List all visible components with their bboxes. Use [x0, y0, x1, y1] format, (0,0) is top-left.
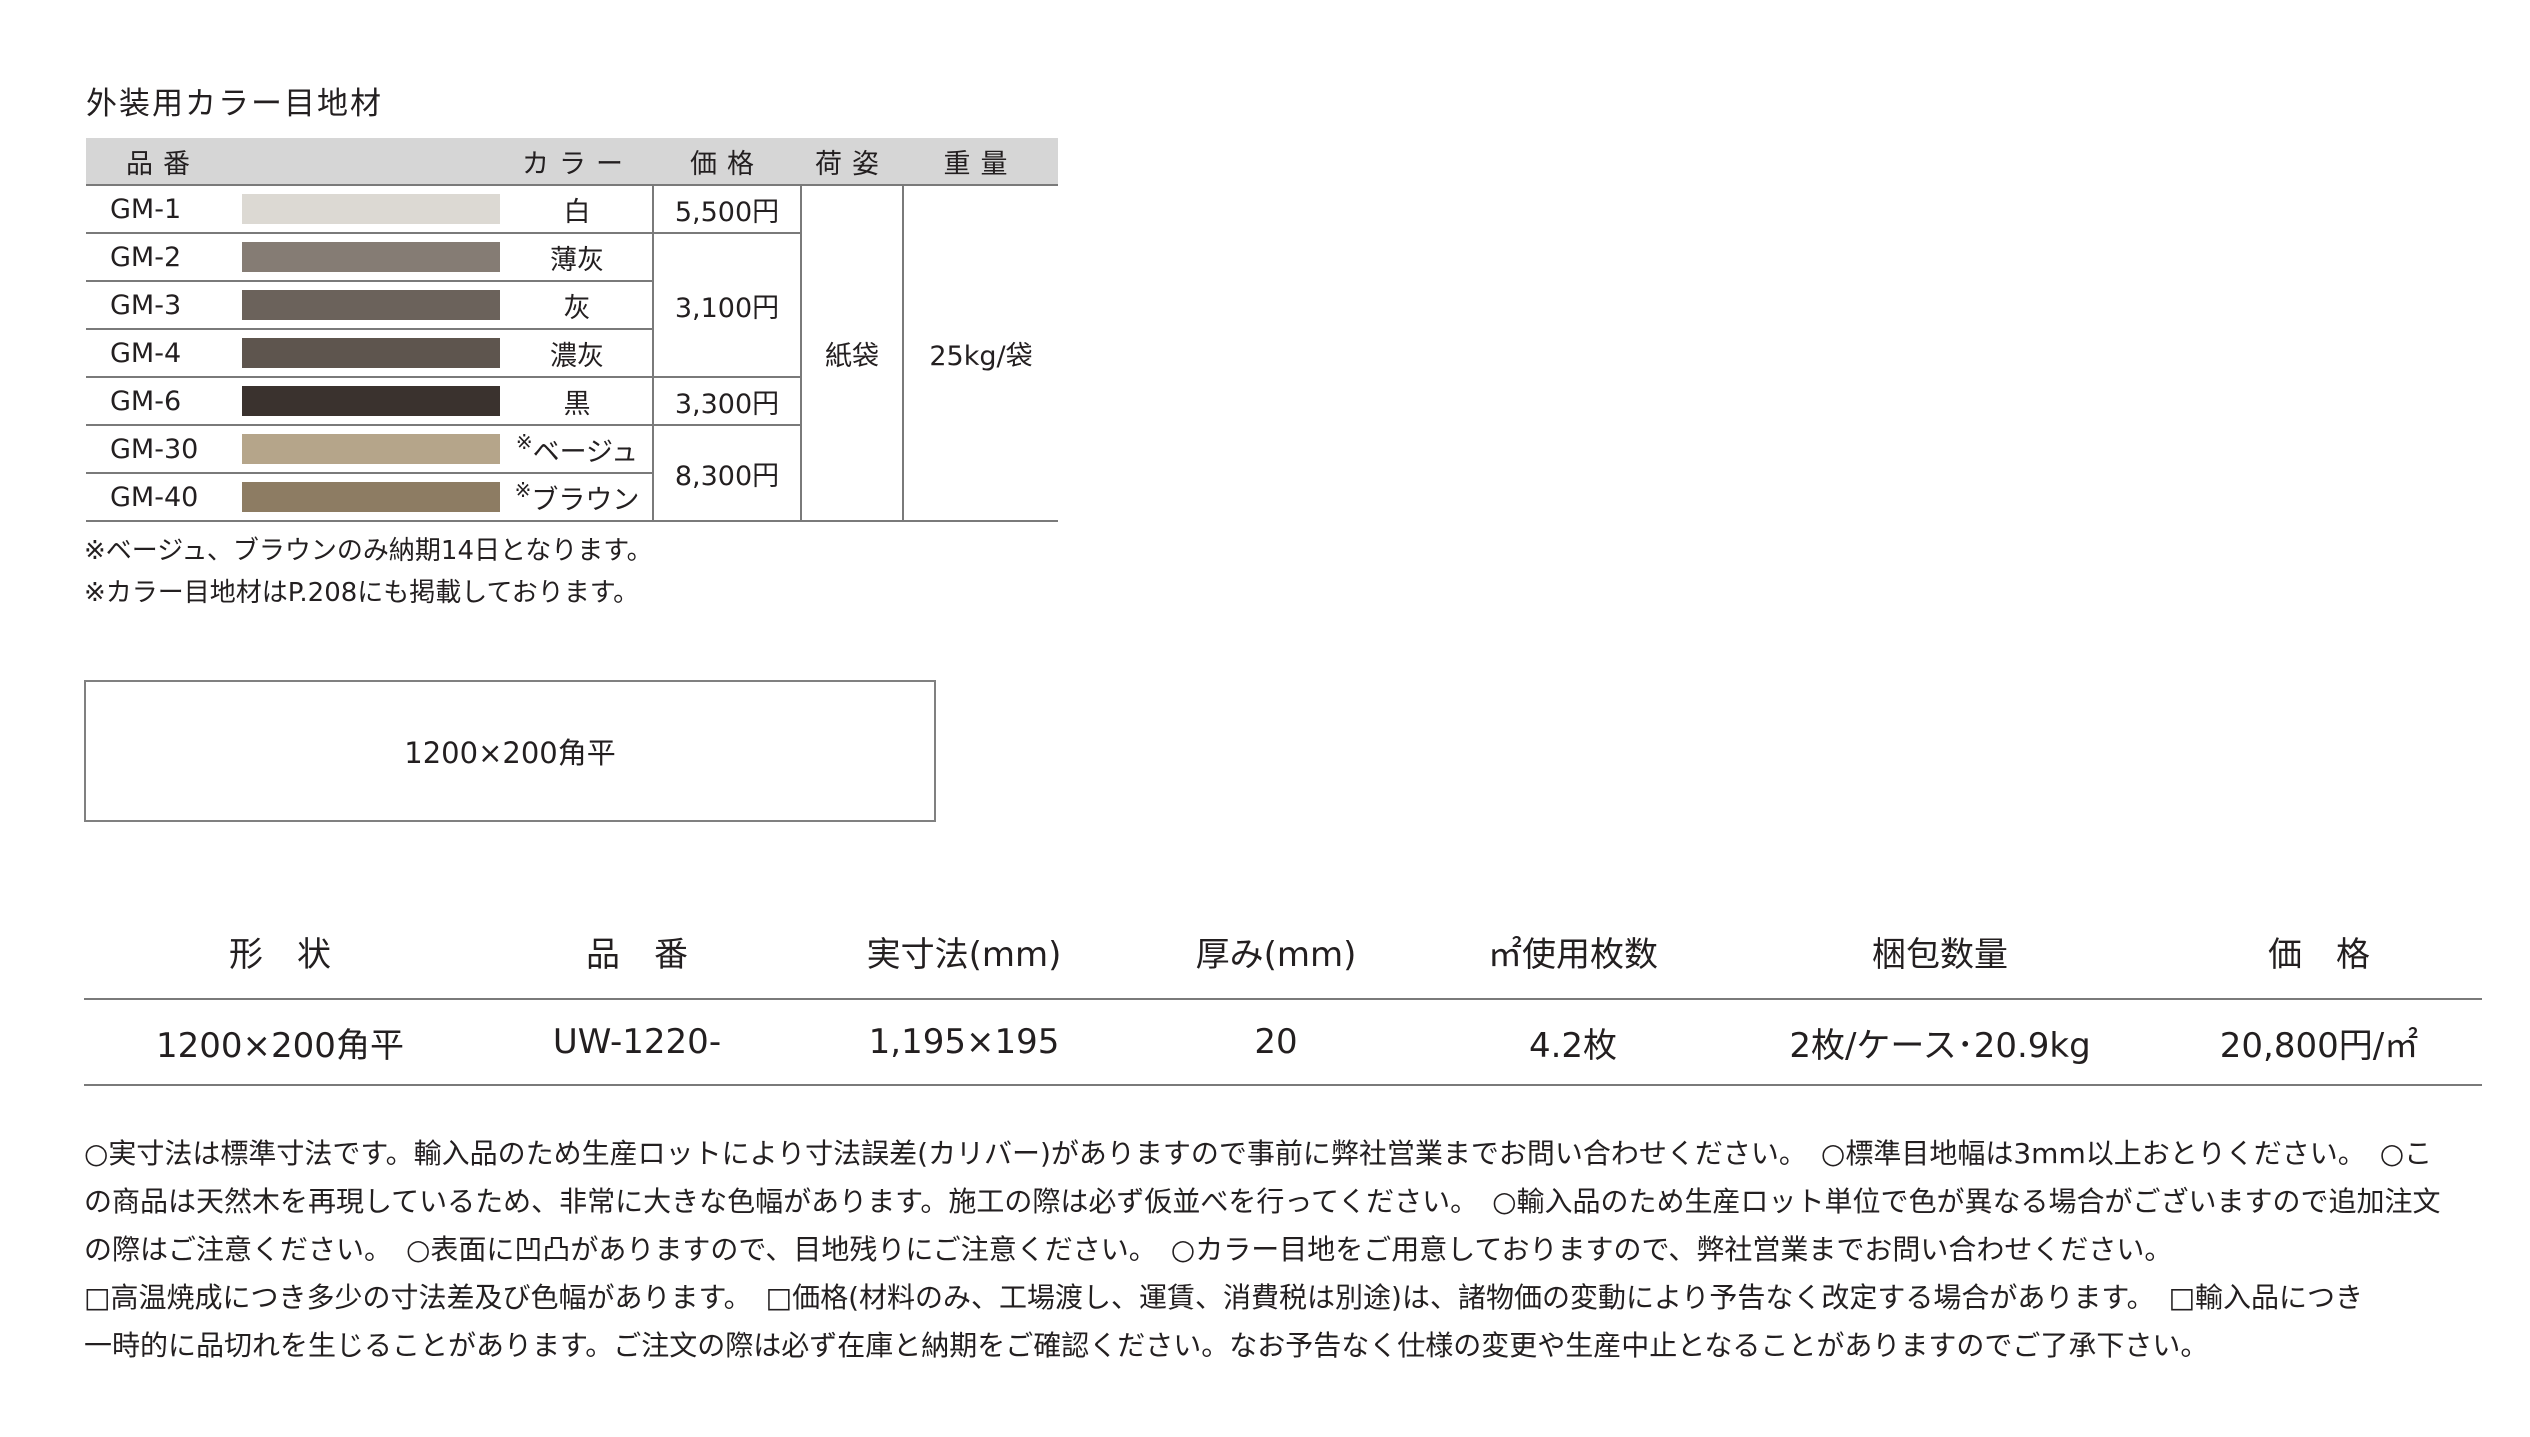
color-name: 白 — [502, 185, 653, 234]
footer-line: 一時的に品切れを生じることがあります。ご注文の際は必ず在庫と納期をご確認ください… — [84, 1329, 2209, 1362]
packing: 紙袋 — [800, 185, 903, 522]
swatch-cell — [230, 281, 502, 330]
color-swatch — [242, 434, 500, 464]
product-code: GM-1 — [86, 185, 230, 234]
header-packing: 荷姿 — [801, 138, 903, 186]
swatch-cell — [230, 473, 502, 522]
price: 8,300円 — [652, 425, 801, 522]
color-swatch — [242, 242, 500, 272]
header-weight: 重量 — [903, 138, 1058, 186]
header-code: 品番 — [86, 138, 230, 186]
spec-header-shape: 形 状 — [84, 915, 476, 1000]
color-name: 薄灰 — [502, 233, 653, 282]
spec-header-price: 価 格 — [2156, 915, 2482, 1000]
color-name: 黒 — [502, 377, 653, 426]
spec-packing: 2枚/ケース･20.9kg — [1724, 999, 2156, 1086]
spec-header-packing: 梱包数量 — [1724, 915, 2156, 1000]
table-row: GM-1 白 5,500円 紙袋 25kg/袋 — [86, 185, 1058, 522]
swatch-cell — [230, 185, 502, 234]
product-code: GM-40 — [86, 473, 230, 522]
footer-line: の商品は天然木を再現しているため、非常に大きな色幅があります。施工の際は必ず仮並… — [84, 1185, 2441, 1218]
color-name-cell: ※ブラウン — [502, 473, 653, 522]
color-name-cell: ※ベージュ — [502, 425, 653, 474]
price: 3,300円 — [652, 377, 801, 426]
spec-header-thickness: 厚み(mm) — [1130, 915, 1422, 1000]
color-name: 灰 — [502, 281, 653, 330]
header-color: カラー — [502, 138, 653, 186]
note-mark: ※ — [515, 429, 533, 454]
note-line: ※ベージュ、ブラウンのみ納期14日となります。 — [84, 536, 653, 566]
spec-header-pieces: ㎡使用枚数 — [1422, 915, 1724, 1000]
spec-header-size: 実寸法(mm) — [798, 915, 1130, 1000]
footer-line: ○実寸法は標準寸法です。輸入品のため生産ロットにより寸法誤差(カリバー)がありま… — [84, 1137, 2433, 1170]
spec-pieces: 4.2枚 — [1422, 999, 1724, 1086]
color-name: ベージュ — [532, 436, 639, 468]
product-code: GM-3 — [86, 281, 230, 330]
footer-line: の際はご注意ください。 ○表面に凹凸がありますので、目地残りにご注意ください。 … — [84, 1233, 2173, 1266]
product-code: GM-2 — [86, 233, 230, 282]
spec-table: 形 状 品 番 実寸法(mm) 厚み(mm) ㎡使用枚数 梱包数量 価 格 12… — [84, 915, 2482, 1086]
color-swatch — [242, 290, 500, 320]
swatch-cell — [230, 329, 502, 378]
product-code: GM-30 — [86, 425, 230, 474]
footer-notes: ○実寸法は標準寸法です。輸入品のため生産ロットにより寸法誤差(カリバー)がありま… — [84, 1130, 2484, 1370]
shape-image-placeholder: 1200×200角平 — [84, 680, 936, 822]
product-code: GM-4 — [86, 329, 230, 378]
table-row: 1200×200角平 UW-1220- 1,195×195 20 4.2枚 2枚… — [84, 999, 2482, 1086]
spec-header-row: 形 状 品 番 実寸法(mm) 厚み(mm) ㎡使用枚数 梱包数量 価 格 — [84, 915, 2482, 1000]
spec-code: UW-1220- — [476, 999, 798, 1086]
spec-header-code: 品 番 — [476, 915, 798, 1000]
color-grout-table: 品番 カラー 価格 荷姿 重量 GM-1 白 5,500円 紙袋 25kg/袋 … — [86, 138, 1058, 522]
spec-shape: 1200×200角平 — [84, 999, 476, 1086]
footer-line: □高温焼成につき多少の寸法差及び色幅があります。 □価格(材料のみ、工場渡し、運… — [84, 1281, 2364, 1314]
section-title: 外装用カラー目地材 — [86, 86, 383, 122]
spec-thickness: 20 — [1130, 999, 1422, 1086]
color-name: 濃灰 — [502, 329, 653, 378]
swatch-cell — [230, 233, 502, 282]
table-header-row: 品番 カラー 価格 荷姿 重量 — [86, 138, 1058, 186]
swatch-cell — [230, 377, 502, 426]
weight: 25kg/袋 — [902, 185, 1058, 522]
price: 5,500円 — [652, 185, 801, 234]
color-swatch — [242, 482, 500, 512]
color-name: ブラウン — [531, 484, 640, 516]
color-swatch — [242, 386, 500, 416]
price: 3,100円 — [652, 233, 801, 378]
shape-label: 1200×200角平 — [404, 736, 616, 770]
spec-size: 1,195×195 — [798, 999, 1130, 1086]
header-price: 価格 — [653, 138, 801, 186]
note-mark: ※ — [514, 477, 532, 502]
swatch-cell — [230, 425, 502, 474]
spec-price: 20,800円/㎡ — [2156, 999, 2482, 1086]
table-notes: ※ベージュ、ブラウンのみ納期14日となります。 ※カラー目地材はP.208にも掲… — [84, 530, 653, 614]
product-code: GM-6 — [86, 377, 230, 426]
color-swatch — [242, 194, 500, 224]
header-swatch — [230, 138, 502, 186]
color-swatch — [242, 338, 500, 368]
note-line: ※カラー目地材はP.208にも掲載しております。 — [84, 578, 640, 608]
